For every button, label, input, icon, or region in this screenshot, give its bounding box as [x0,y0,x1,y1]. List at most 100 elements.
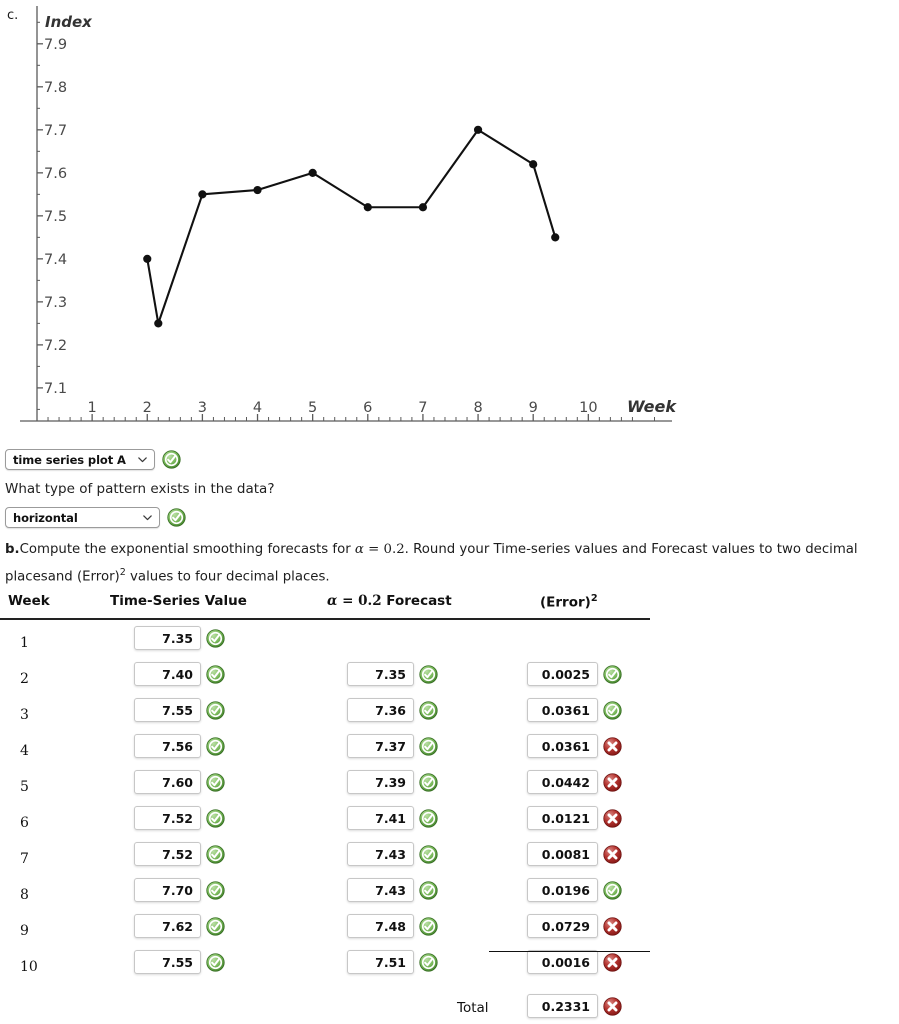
cell-forecast: 7.48 [347,914,438,938]
correct-check-icon [603,700,622,720]
plot-select-row: time series plot A [5,449,181,470]
cell-time-series-value: 7.55 [134,950,225,974]
error-squared-input[interactable]: 0.0361 [527,698,598,722]
prompt-line1-a: Compute the exponential smoothing foreca… [19,542,355,557]
error-squared-input[interactable]: 0.0016 [527,950,598,974]
time-series-value-input[interactable]: 7.56 [134,734,201,758]
cell-forecast: 7.37 [347,734,438,758]
time-series-value-input[interactable]: 7.55 [134,950,201,974]
correct-check-icon [419,916,438,936]
error-squared-input[interactable]: 0.0361 [527,734,598,758]
cell-time-series-value: 7.70 [134,878,225,902]
cell-error-squared: 0.0729 [527,914,622,938]
correct-check-icon [167,508,186,527]
header-error-sup: 2 [590,593,598,604]
incorrect-cross-icon [603,996,622,1016]
forecast-input[interactable]: 7.39 [347,770,414,794]
time-series-value-input[interactable]: 7.40 [134,662,201,686]
y-tick-label: 7.7 [44,123,67,139]
correct-check-icon [206,772,225,792]
error-squared-input[interactable]: 0.0196 [527,878,598,902]
forecast-input[interactable]: 7.41 [347,806,414,830]
row-week-label: 10 [20,959,38,975]
x-tick-label: 10 [579,400,597,416]
data-point [529,160,538,169]
table-row: 3 7.55 7.36 0.0361 [0,692,700,728]
time-series-value-input[interactable]: 7.55 [134,698,201,722]
table-row: 1 7.35 [0,620,700,656]
total-input[interactable]: 0.2331 [527,994,598,1018]
row-week-label: 7 [20,851,29,867]
data-point [363,203,372,212]
x-tick-label: 5 [308,400,317,416]
cell-forecast: 7.43 [347,842,438,866]
forecast-input[interactable]: 7.35 [347,662,414,686]
time-series-value-input[interactable]: 7.52 [134,806,201,830]
error-squared-input[interactable]: 0.0081 [527,842,598,866]
x-tick-label: 9 [529,400,538,416]
plot-select-dropdown[interactable]: time series plot A [5,449,155,470]
data-point [154,319,163,328]
time-series-value-input[interactable]: 7.70 [134,878,201,902]
cell-forecast: 7.39 [347,770,438,794]
forecast-input[interactable]: 7.48 [347,914,414,938]
table-row: 2 7.40 7.35 0.0025 [0,656,700,692]
pattern-question-text: What type of pattern exists in the data? [5,481,275,497]
y-tick-label: 7.3 [44,295,67,311]
header-forecast-alpha-value: 0.2 [358,593,382,609]
correct-check-icon [206,916,225,936]
header-forecast: α = 0.2 Forecast [327,593,452,609]
correct-check-icon [419,844,438,864]
forecast-input[interactable]: 7.36 [347,698,414,722]
data-point [418,203,428,212]
plot-select-value: time series plot A [13,452,126,467]
cell-error-squared: 0.0196 [527,878,622,902]
incorrect-cross-icon [603,916,622,936]
correct-check-icon [419,700,438,720]
incorrect-cross-icon [603,736,622,756]
time-series-value-input[interactable]: 7.62 [134,914,201,938]
row-week-label: 5 [20,779,29,795]
correct-check-icon [206,664,225,684]
error-squared-input[interactable]: 0.0729 [527,914,598,938]
error-squared-input[interactable]: 0.0121 [527,806,598,830]
correct-check-icon [419,736,438,756]
cell-error-squared: 0.0361 [527,734,622,758]
table-row: 5 7.60 7.39 0.0442 [0,764,700,800]
y-tick-label: 7.8 [44,80,67,96]
header-forecast-word: Forecast [381,593,452,609]
y-tick-label: 7.1 [44,381,67,397]
x-tick-label: 2 [143,400,152,416]
time-series-value-input[interactable]: 7.60 [134,770,201,794]
table-row: 8 7.70 7.43 0.0196 [0,872,700,908]
cell-time-series-value: 7.52 [134,806,225,830]
row-week-label: 3 [20,707,29,723]
correct-check-icon [419,664,438,684]
row-week-label: 9 [20,923,29,939]
correct-check-icon [206,952,225,972]
cell-forecast: 7.41 [347,806,438,830]
time-series-value-input[interactable]: 7.35 [134,626,201,650]
incorrect-cross-icon [603,844,622,864]
forecast-input[interactable]: 7.43 [347,878,414,902]
chart-canvas: Index 7.1 7.2 7.3 7.4 7.5 7.6 7.7 7.8 7.9 1 2 3 4 5 6 7 8… [20,6,677,422]
cell-time-series-value: 7.35 [134,626,225,650]
correct-check-icon [206,736,225,756]
correct-check-icon [603,880,622,900]
cell-error-squared: 0.0361 [527,698,622,722]
row-week-label: 6 [20,815,29,831]
forecast-input[interactable]: 7.43 [347,842,414,866]
error-squared-input[interactable]: 0.0025 [527,662,598,686]
cell-error-squared: 0.0442 [527,770,622,794]
pattern-select-dropdown[interactable]: horizontal [5,507,160,528]
row-week-label: 1 [20,635,29,651]
time-series-value-input[interactable]: 7.52 [134,842,201,866]
correct-check-icon [419,952,438,972]
correct-check-icon [206,700,225,720]
forecast-input[interactable]: 7.51 [347,950,414,974]
table-row: 9 7.62 7.48 0.0729 [0,908,700,944]
chevron-down-icon [138,457,147,463]
error-squared-input[interactable]: 0.0442 [527,770,598,794]
forecast-input[interactable]: 7.37 [347,734,414,758]
chevron-down-icon [143,515,152,521]
